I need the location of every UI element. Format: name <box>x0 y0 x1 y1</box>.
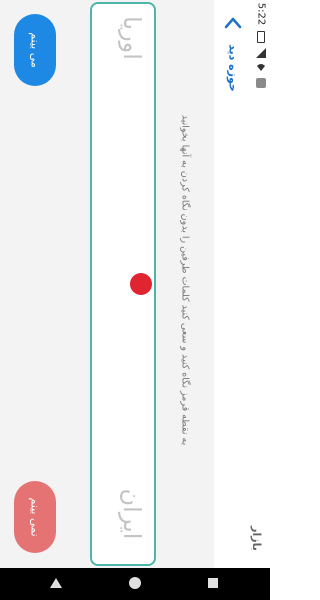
not-see-button[interactable]: نمی بینم <box>14 481 56 553</box>
bottom-word: ایران <box>118 488 146 540</box>
watermark-logo: بازار <box>249 526 263 551</box>
back-triangle-icon[interactable] <box>50 578 62 588</box>
instruction-text: به نقطه قرمز نگاه کنید و سعی کنید کلمات … <box>179 114 191 446</box>
focus-dot <box>130 273 152 295</box>
app-notification-icon <box>256 78 266 88</box>
battery-icon <box>257 31 265 43</box>
top-word: اوریا <box>118 16 146 60</box>
not-see-button-label: نمی بینم <box>28 497 42 537</box>
page-title: حوزه دید <box>226 44 240 92</box>
status-bar: 5:22 <box>252 0 270 568</box>
home-circle-icon[interactable] <box>129 577 141 589</box>
status-time: 5:22 <box>255 2 267 26</box>
wifi-icon <box>257 64 265 71</box>
see-button-label: می بینم <box>28 32 42 68</box>
recents-square-icon[interactable] <box>208 578 218 588</box>
system-navbar <box>0 568 270 600</box>
chevron-up-icon[interactable] <box>224 16 242 30</box>
signal-icon <box>256 48 266 58</box>
app-header: حوزه دید <box>214 0 252 568</box>
see-button[interactable]: می بینم <box>14 14 56 86</box>
